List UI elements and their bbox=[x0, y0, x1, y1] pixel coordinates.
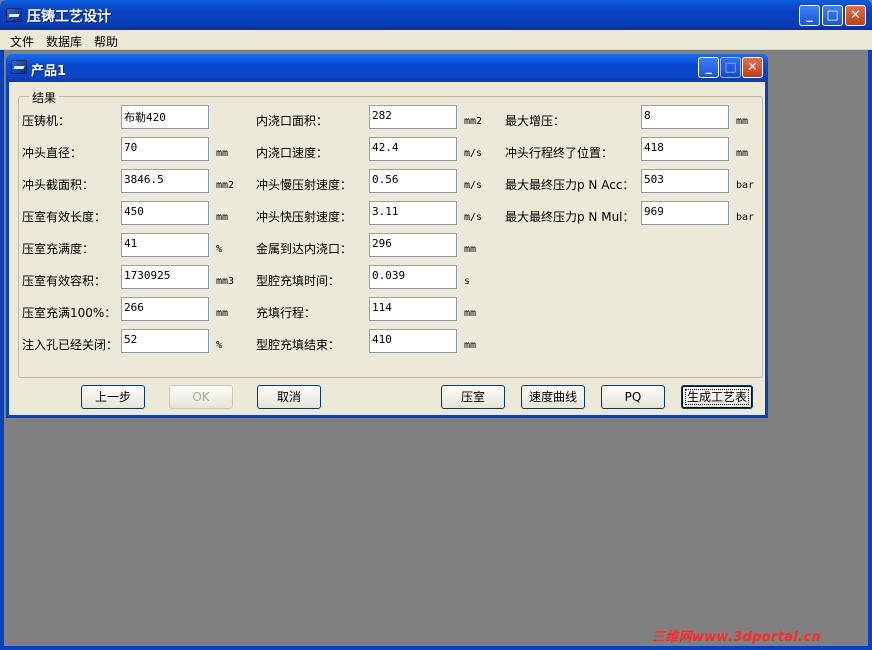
chamber-full-label: 压室充满100%： bbox=[22, 306, 117, 320]
generate-process-sheet-label: 生成工艺表 bbox=[684, 389, 749, 405]
minimize-button[interactable]: _ bbox=[799, 5, 820, 26]
pour-hole-closed-unit: % bbox=[216, 340, 223, 351]
menu-help[interactable]: 帮助 bbox=[94, 33, 118, 50]
window-border-bottom bbox=[0, 646, 872, 650]
chamber-volume-label: 压室有效容积： bbox=[22, 274, 107, 288]
app-icon bbox=[6, 8, 22, 22]
max-final-pressure-acc-field[interactable]: 503 bbox=[641, 169, 729, 193]
menu-database[interactable]: 数据库 bbox=[46, 33, 82, 50]
fill-stroke-unit: mm bbox=[464, 308, 477, 319]
generate-process-sheet-button[interactable]: 生成工艺表 bbox=[681, 385, 753, 409]
chamber-length-unit: mm bbox=[216, 212, 229, 223]
plunger-end-position-unit: mm bbox=[736, 148, 749, 159]
cavity-fill-end-label: 型腔充填结束： bbox=[256, 338, 341, 352]
ok-button[interactable]: OK bbox=[169, 385, 233, 409]
chamber-volume-field[interactable]: 1730925 bbox=[121, 265, 209, 289]
product-window-title: 产品1 bbox=[31, 64, 67, 79]
metal-at-gate-field[interactable]: 296 bbox=[369, 233, 457, 257]
plunger-diameter-unit: mm bbox=[216, 148, 229, 159]
cavity-fill-time-unit: s bbox=[464, 276, 471, 287]
max-final-pressure-mul-unit: bar bbox=[736, 212, 755, 223]
fast-shot-velocity-field[interactable]: 3.11 bbox=[369, 201, 457, 225]
metal-at-gate-label: 金属到达内浇口： bbox=[256, 242, 353, 256]
results-group-label: 结果 bbox=[29, 89, 60, 106]
die-casting-machine-field[interactable]: 布勒420 bbox=[121, 105, 209, 129]
max-final-pressure-acc-label: 最大最终压力p N Acc： bbox=[505, 178, 635, 192]
max-intensification-field[interactable]: 8 bbox=[641, 105, 729, 129]
fast-shot-velocity-unit: m/s bbox=[464, 212, 483, 223]
previous-step-button[interactable]: 上一步 bbox=[81, 385, 145, 409]
max-final-pressure-mul-label: 最大最终压力p N Mul： bbox=[505, 210, 635, 224]
gate-velocity-unit: m/s bbox=[464, 148, 483, 159]
close-button[interactable]: ✕ bbox=[845, 5, 866, 26]
gate-area-field[interactable]: 282 bbox=[369, 105, 457, 129]
gate-area-unit: mm2 bbox=[464, 116, 483, 127]
gate-area-label: 内浇口面积： bbox=[256, 114, 329, 128]
fill-ratio-field[interactable]: 41 bbox=[121, 233, 209, 257]
slow-shot-velocity-label: 冲头慢压射速度： bbox=[256, 178, 353, 192]
plunger-diameter-field[interactable]: 70 bbox=[121, 137, 209, 161]
fill-stroke-label: 充填行程： bbox=[256, 306, 317, 320]
document-icon bbox=[11, 60, 27, 74]
max-final-pressure-acc-unit: bar bbox=[736, 180, 755, 191]
pour-hole-closed-field[interactable]: 52 bbox=[121, 329, 209, 353]
fast-shot-velocity-label: 冲头快压射速度： bbox=[256, 210, 353, 224]
window-border-right bbox=[868, 30, 872, 650]
plunger-diameter-label: 冲头直径： bbox=[22, 146, 83, 160]
cavity-fill-end-field[interactable]: 410 bbox=[369, 329, 457, 353]
child-close-button[interactable]: ✕ bbox=[742, 57, 763, 78]
product-window-body: 结果 压铸机： 布勒420 冲头直径： 70 mm 冲头截面积： 3846.5 … bbox=[9, 82, 765, 415]
speed-curve-button[interactable]: 速度曲线 bbox=[521, 385, 585, 409]
plunger-area-field[interactable]: 3846.5 bbox=[121, 169, 209, 193]
cavity-fill-end-unit: mm bbox=[464, 340, 477, 351]
slow-shot-velocity-unit: m/s bbox=[464, 180, 483, 191]
menu-file[interactable]: 文件 bbox=[10, 33, 34, 50]
gate-velocity-field[interactable]: 42.4 bbox=[369, 137, 457, 161]
plunger-area-label: 冲头截面积： bbox=[22, 178, 95, 192]
cavity-fill-time-field[interactable]: 0.039 bbox=[369, 265, 457, 289]
pq-button[interactable]: PQ bbox=[601, 385, 665, 409]
product-window: 产品1 _ □ ✕ 结果 压铸机： 布勒420 冲头直径： 70 mm 冲头截面… bbox=[6, 54, 768, 418]
max-intensification-label: 最大增压： bbox=[505, 114, 566, 128]
app-titlebar: 压铸工艺设计 _ □ ✕ bbox=[0, 0, 872, 30]
fill-stroke-field[interactable]: 114 bbox=[369, 297, 457, 321]
chamber-volume-unit: mm3 bbox=[216, 276, 235, 287]
cavity-fill-time-label: 型腔充填时间： bbox=[256, 274, 341, 288]
window-border-left bbox=[0, 30, 4, 650]
chamber-button[interactable]: 压室 bbox=[441, 385, 505, 409]
product-window-titlebar: 产品1 _ □ ✕ bbox=[6, 54, 768, 82]
die-casting-machine-label: 压铸机： bbox=[22, 114, 71, 128]
slow-shot-velocity-field[interactable]: 0.56 bbox=[369, 169, 457, 193]
metal-at-gate-unit: mm bbox=[464, 244, 477, 255]
max-intensification-unit: mm bbox=[736, 116, 749, 127]
plunger-area-unit: mm2 bbox=[216, 180, 235, 191]
app-title: 压铸工艺设计 bbox=[27, 9, 111, 25]
fill-ratio-label: 压室充满度： bbox=[22, 242, 95, 256]
cancel-button[interactable]: 取消 bbox=[257, 385, 321, 409]
menu-bar: 文件 数据库 帮助 bbox=[0, 30, 872, 50]
watermark: 三维网www.3dportal.cn bbox=[652, 630, 821, 645]
chamber-length-label: 压室有效长度： bbox=[22, 210, 107, 224]
pour-hole-closed-label: 注入孔已经关闭： bbox=[22, 338, 119, 352]
plunger-end-position-field[interactable]: 418 bbox=[641, 137, 729, 161]
maximize-button[interactable]: □ bbox=[822, 5, 843, 26]
fill-ratio-unit: % bbox=[216, 244, 223, 255]
child-minimize-button[interactable]: _ bbox=[698, 57, 719, 78]
chamber-full-field[interactable]: 266 bbox=[121, 297, 209, 321]
chamber-length-field[interactable]: 450 bbox=[121, 201, 209, 225]
child-maximize-button[interactable]: □ bbox=[720, 57, 741, 78]
max-final-pressure-mul-field[interactable]: 969 bbox=[641, 201, 729, 225]
gate-velocity-label: 内浇口速度： bbox=[256, 146, 329, 160]
plunger-end-position-label: 冲头行程终了位置： bbox=[505, 146, 614, 160]
chamber-full-unit: mm bbox=[216, 308, 229, 319]
